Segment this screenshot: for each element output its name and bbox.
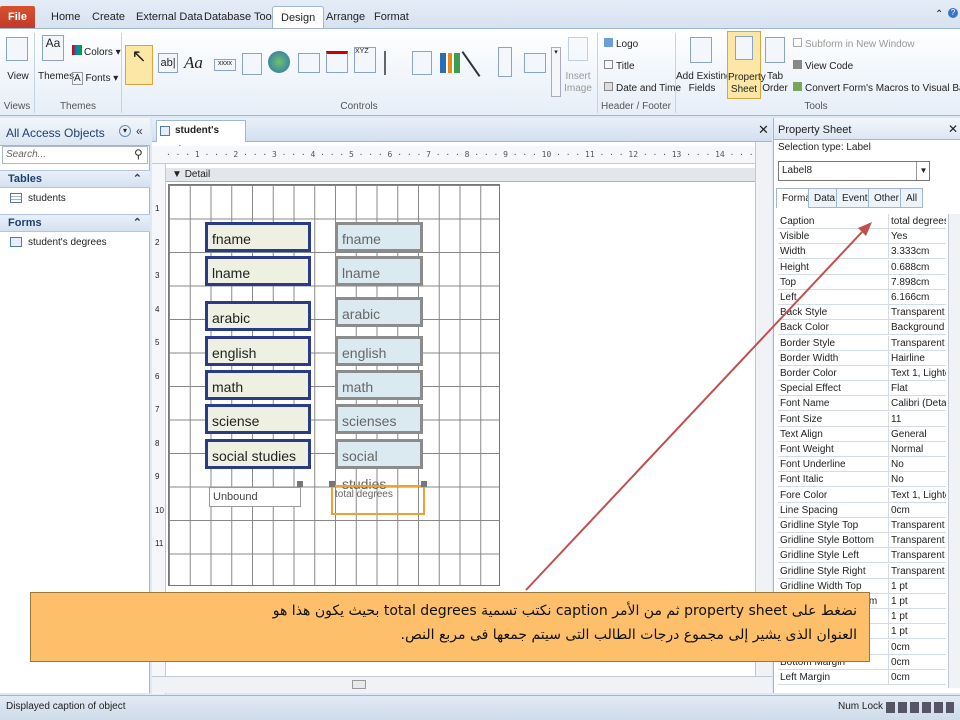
callout-line-2: العنوان الذى يشير إلى مجموع درجات الطالب… — [400, 627, 857, 643]
callout-line-1: نضغط على property sheet ثم من الأمر capt… — [272, 603, 857, 619]
annotation-callout: نضغط على property sheet ثم من الأمر capt… — [30, 592, 870, 662]
